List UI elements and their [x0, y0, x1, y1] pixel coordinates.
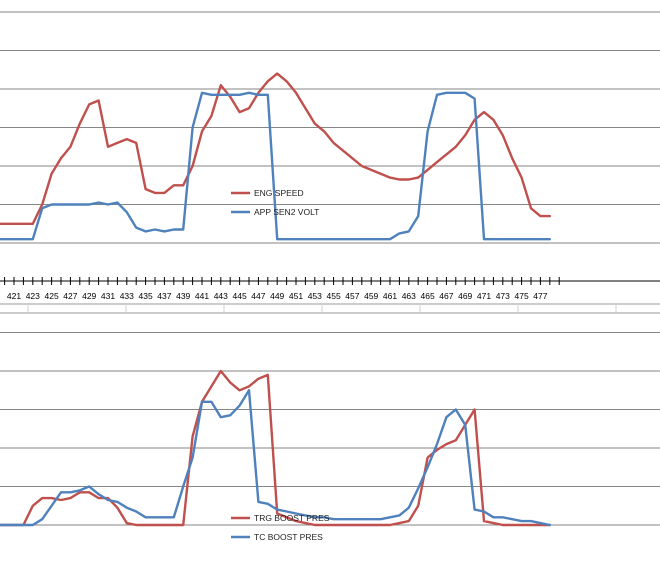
x-tick-label: 449 — [270, 291, 284, 301]
panel-separator — [0, 303, 660, 314]
legend-label-tc-boost-pres: TC BOOST PRES — [254, 532, 323, 542]
x-tick-label: 439 — [176, 291, 190, 301]
x-tick-label: 441 — [195, 291, 209, 301]
x-tick-label: 463 — [402, 291, 416, 301]
top-chart-gridlines — [0, 11, 660, 244]
x-tick-label: 431 — [101, 291, 115, 301]
x-tick-label: 459 — [364, 291, 378, 301]
x-tick-label: 455 — [327, 291, 341, 301]
x-tick-label: 435 — [139, 291, 153, 301]
x-tick-label: 443 — [214, 291, 228, 301]
x-tick-label: 427 — [63, 291, 77, 301]
x-tick-label: 465 — [421, 291, 435, 301]
x-tick-label: 473 — [496, 291, 510, 301]
x-tick-label: 429 — [82, 291, 96, 301]
x-tick-label: 453 — [308, 291, 322, 301]
x-tick-label: 447 — [251, 291, 265, 301]
legend-label-app-sen2-volt: APP SEN2 VOLT — [254, 207, 319, 217]
series-line-tc-boost-pres — [0, 389, 551, 527]
x-tick-label: 469 — [458, 291, 472, 301]
x-axis: 421 423 425 427 429 431 433 435 437 439 441 443 445 4… — [0, 277, 660, 301]
x-tick-label: 457 — [345, 291, 359, 301]
bottom-chart-gridlines — [0, 332, 660, 526]
chart-canvas: ENG SPEED APP SEN2 VOLT 421 423 425 427 429 4… — [0, 11, 660, 542]
x-tick-label: 467 — [439, 291, 453, 301]
x-tick-label: 471 — [477, 291, 491, 301]
legend-label-trg-boost-pres: TRG BOOST PRES — [254, 513, 330, 523]
bottom-chart-legend: TRG BOOST PRES TC BOOST PRES — [231, 513, 330, 542]
x-tick-label: 461 — [383, 291, 397, 301]
x-tick-label: 477 — [533, 291, 547, 301]
x-tick-label: 433 — [120, 291, 134, 301]
x-tick-label: 437 — [157, 291, 171, 301]
x-tick-label: 451 — [289, 291, 303, 301]
x-tick-label: 425 — [45, 291, 59, 301]
x-tick-label: 423 — [26, 291, 40, 301]
x-tick-label: 421 — [7, 291, 21, 301]
x-tick-label: 445 — [233, 291, 247, 301]
legend-label-eng-speed: ENG SPEED — [254, 188, 304, 198]
x-tick-label: 475 — [515, 291, 529, 301]
